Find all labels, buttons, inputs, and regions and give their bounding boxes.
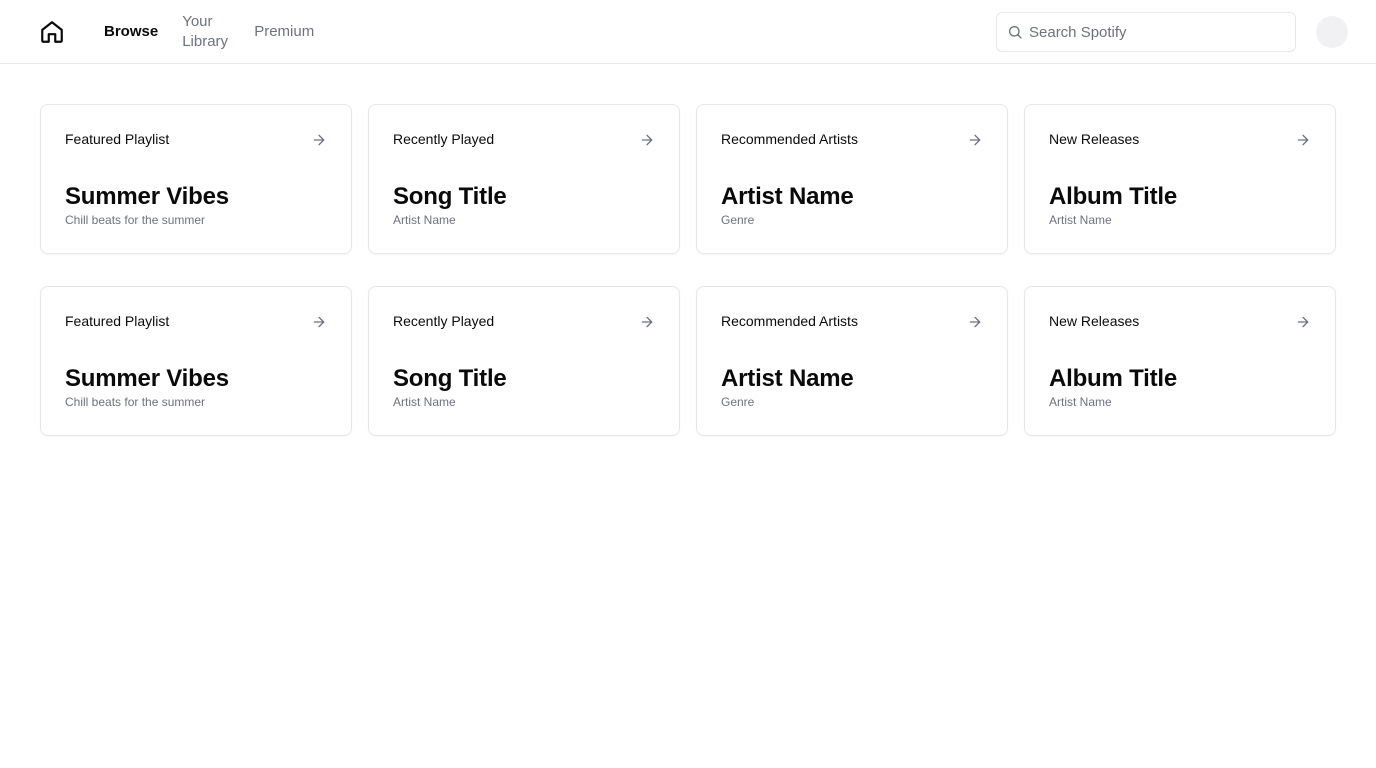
search-icon: [1009, 26, 1022, 39]
card-recently-played[interactable]: Recently Played Song Title Artist Name: [368, 104, 680, 254]
card-recommended-artists[interactable]: Recommended Artists Artist Name Genre: [696, 286, 1008, 436]
card-new-releases[interactable]: New Releases Album Title Artist Name: [1024, 286, 1336, 436]
card-subtitle: Chill beats for the summer: [65, 395, 206, 409]
arrow-right-icon: [969, 134, 981, 146]
card-label: New Releases: [1049, 313, 1140, 329]
main-nav: Browse Your Library Premium: [104, 0, 314, 64]
arrow-right-icon: [969, 316, 981, 328]
card-subtitle: Chill beats for the summer: [65, 213, 206, 227]
card-label: New Releases: [1049, 131, 1140, 147]
home-button[interactable]: [36, 16, 68, 48]
home-icon: [41, 21, 63, 43]
card-title: Artist Name: [721, 365, 854, 392]
card-subtitle: Genre: [721, 395, 755, 409]
card-title: Album Title: [1049, 365, 1178, 392]
arrow-right-icon: [641, 316, 653, 328]
card-label: Featured Playlist: [65, 313, 170, 329]
card-subtitle: Genre: [721, 213, 755, 227]
card-title: Summer Vibes: [65, 365, 229, 392]
arrow-right-icon: [1297, 316, 1309, 328]
avatar[interactable]: [1316, 16, 1348, 48]
card-title: Album Title: [1049, 183, 1178, 210]
nav-browse[interactable]: Browse: [104, 22, 158, 42]
card-label: Featured Playlist: [65, 131, 170, 147]
card-label: Recently Played: [393, 131, 495, 147]
card-recommended-artists[interactable]: Recommended Artists Artist Name Genre: [696, 104, 1008, 254]
card-title: Summer Vibes: [65, 183, 229, 210]
card-title: Song Title: [393, 365, 507, 392]
arrow-right-icon: [313, 316, 325, 328]
card-subtitle: Artist Name: [393, 395, 456, 409]
card-featured-playlist[interactable]: Featured Playlist Summer Vibes Chill bea…: [40, 286, 352, 436]
card-label: Recently Played: [393, 313, 495, 329]
arrow-right-icon: [313, 134, 325, 146]
card-subtitle: Artist Name: [1049, 213, 1112, 227]
card-featured-playlist[interactable]: Featured Playlist Summer Vibes Chill bea…: [40, 104, 352, 254]
card-title: Song Title: [393, 183, 507, 210]
search-box: [996, 12, 1296, 52]
card-grid: Featured Playlist Summer Vibes Chill bea…: [40, 104, 1336, 436]
card-new-releases[interactable]: New Releases Album Title Artist Name: [1024, 104, 1336, 254]
card-label: Recommended Artists: [721, 131, 858, 147]
top-nav-bar: Browse Your Library Premium: [0, 0, 1376, 64]
card-label: Recommended Artists: [721, 313, 858, 329]
card-title: Artist Name: [721, 183, 854, 210]
nav-your-library[interactable]: Your Library: [182, 12, 230, 52]
card-subtitle: Artist Name: [393, 213, 456, 227]
arrow-right-icon: [641, 134, 653, 146]
nav-premium[interactable]: Premium: [254, 22, 314, 42]
search-input[interactable]: [997, 13, 1295, 51]
card-subtitle: Artist Name: [1049, 395, 1112, 409]
arrow-right-icon: [1297, 134, 1309, 146]
card-recently-played[interactable]: Recently Played Song Title Artist Name: [368, 286, 680, 436]
